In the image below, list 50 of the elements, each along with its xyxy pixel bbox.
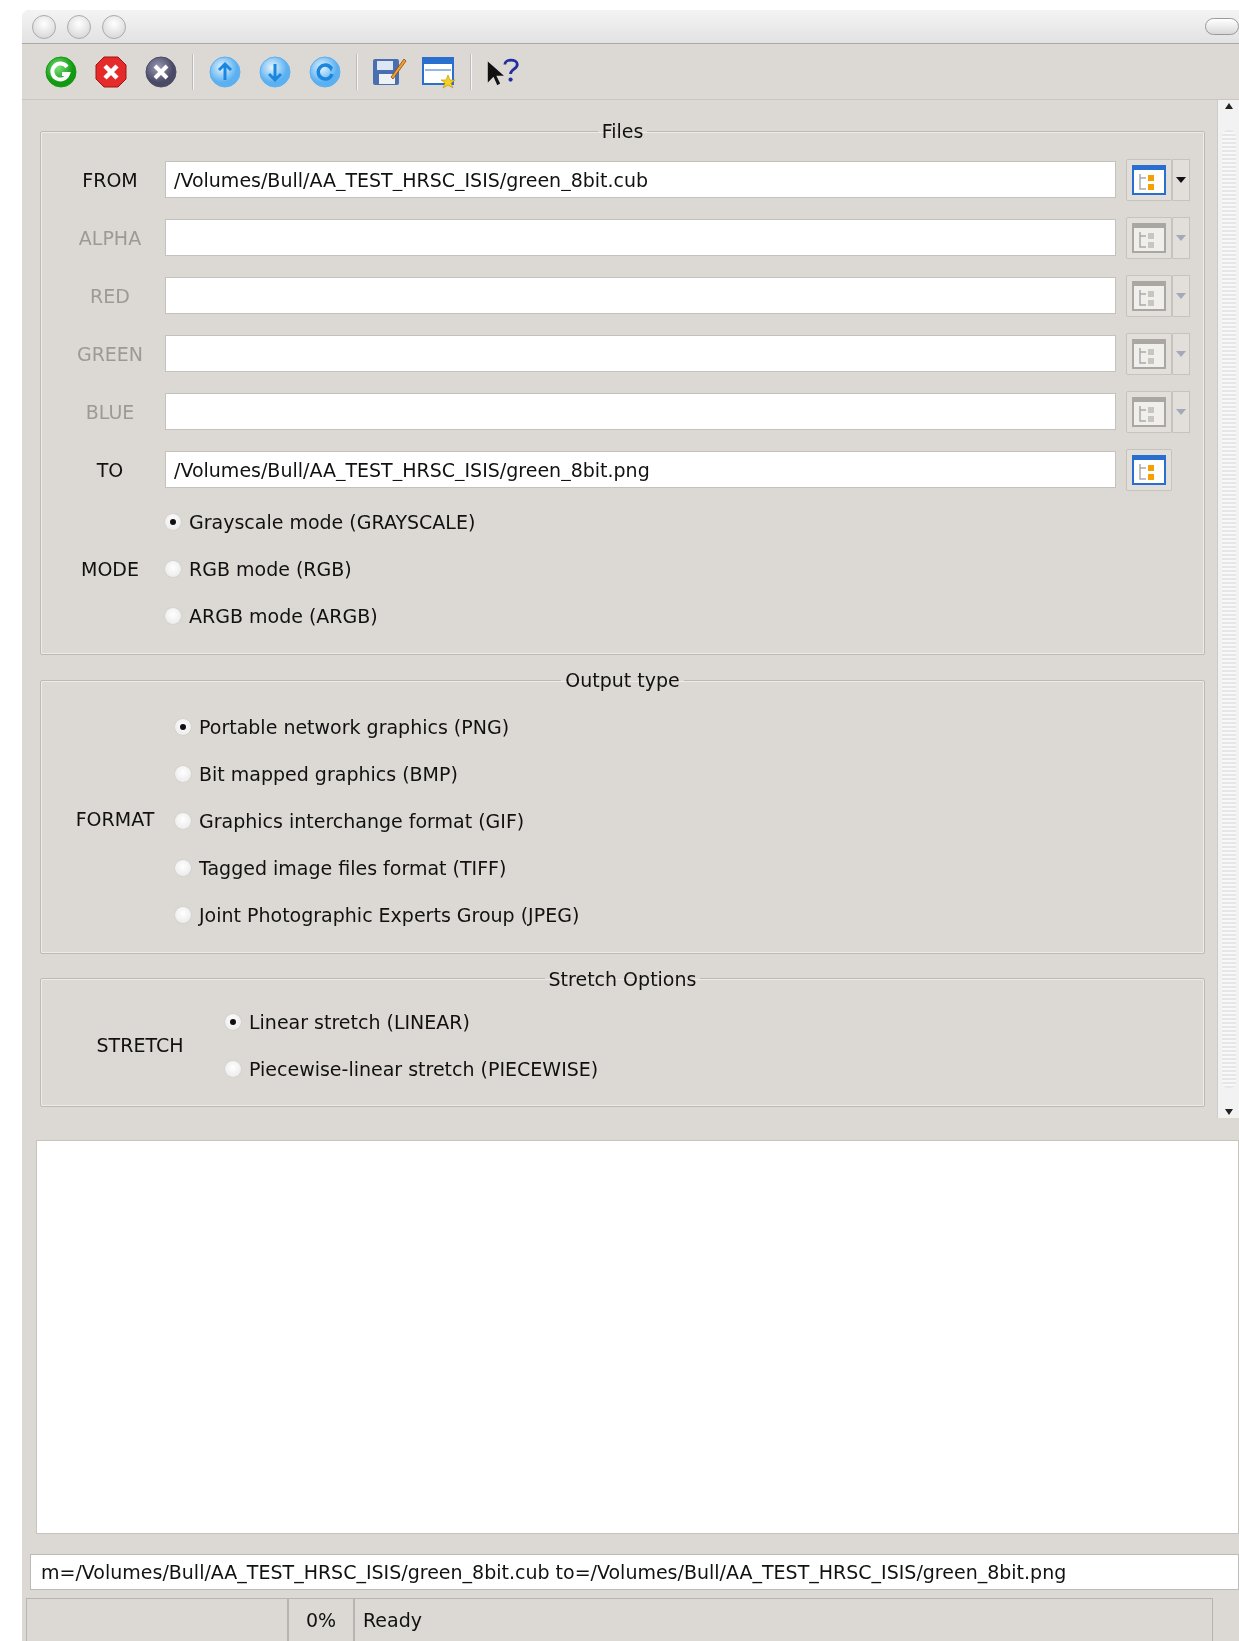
caret-icon — [1175, 175, 1187, 184]
toolbar-toggle-button[interactable] — [1205, 18, 1239, 35]
group-title: Stretch Options — [547, 967, 698, 991]
field-label: ALPHA — [77, 225, 143, 251]
progress-text: 0% — [288, 1598, 354, 1641]
scrollbar[interactable] — [1217, 100, 1239, 1118]
field-label: FROM — [81, 167, 139, 193]
radio-option[interactable]: Grayscale mode (GRAYSCALE) — [165, 498, 476, 546]
field-label: GREEN — [75, 341, 145, 367]
file-path-field[interactable]: /Volumes/Bull/AA_TEST_HRSC_ISIS/green_8bit.cub — [165, 161, 1116, 199]
dropdown-button[interactable] — [1172, 158, 1190, 201]
window-star-icon — [421, 54, 457, 89]
field-label: BLUE — [84, 399, 136, 425]
radio-option[interactable]: Joint Photographic Experts Group (JPEG) — [175, 891, 580, 939]
group-title: Output type — [564, 668, 681, 692]
choice-label: MODE — [80, 557, 140, 583]
radio-option[interactable]: Portable network graphics (PNG) — [175, 703, 580, 751]
stop-icon — [94, 54, 128, 89]
file-path-field[interactable]: /Volumes/Bull/AA_TEST_HRSC_ISIS/green_8bit.png — [165, 451, 1116, 489]
radio-option[interactable]: Graphics interchange format (GIF) — [175, 797, 580, 845]
window-minimize-button[interactable] — [67, 14, 91, 39]
close-icon — [144, 54, 178, 89]
browse-button[interactable] — [1126, 158, 1172, 201]
window-zoom-button[interactable] — [102, 14, 126, 39]
radio-option[interactable]: Tagged image files format (TIFF) — [175, 844, 580, 892]
group-title: Files — [600, 120, 645, 143]
field-label: RED — [89, 283, 131, 309]
refresh-icon — [308, 54, 342, 89]
file-browser-icon — [1132, 338, 1166, 369]
radio-option[interactable]: Bit mapped graphics (BMP) — [175, 750, 580, 798]
radio-option[interactable]: ARGB mode (ARGB) — [165, 592, 476, 640]
caret-icon — [1175, 233, 1187, 242]
browse-button[interactable] — [1126, 448, 1172, 491]
caret-icon — [1175, 407, 1187, 416]
field-label: TO — [95, 457, 125, 483]
file-browser-icon — [1132, 164, 1166, 195]
status-message: Ready — [354, 1598, 1213, 1641]
file-browser-icon — [1132, 454, 1166, 485]
choice-label: STRETCH — [95, 1033, 185, 1059]
radio-option[interactable]: RGB mode (RGB) — [165, 545, 476, 593]
window-close-button[interactable] — [32, 14, 56, 39]
choice-label: FORMAT — [74, 806, 156, 832]
radio-option[interactable]: Linear stretch (LINEAR) — [225, 998, 599, 1046]
file-browser-icon — [1132, 280, 1166, 311]
caret-icon — [1175, 291, 1187, 300]
caret-icon — [1175, 349, 1187, 358]
file-browser-icon — [1132, 222, 1166, 253]
command-line-field[interactable]: m=/Volumes/Bull/AA_TEST_HRSC_ISIS/green_8bit.cub to=/Volumes/Bull/AA_TEST_HRSC_ISIS/green_8bit.png — [30, 1554, 1239, 1590]
radio-option[interactable]: Piecewise-linear stretch (PIECEWISE) — [225, 1045, 599, 1093]
file-browser-icon — [1132, 396, 1166, 427]
